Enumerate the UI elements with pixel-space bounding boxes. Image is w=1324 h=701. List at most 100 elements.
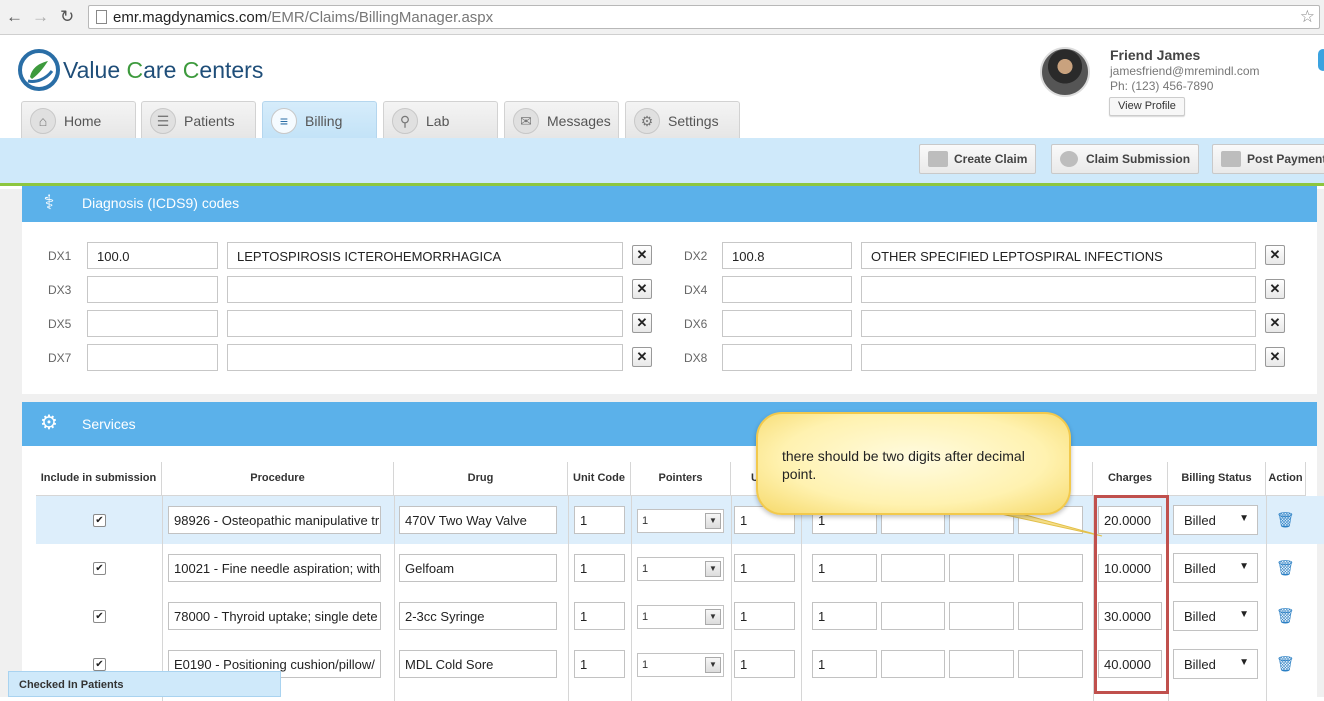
- dx-description-field[interactable]: OTHER SPECIFIED LEPTOSPIRAL INFECTIONS: [861, 242, 1256, 269]
- dx-pointer-field[interactable]: [949, 554, 1014, 582]
- dx-label: DX3: [48, 283, 72, 297]
- dx-code-field[interactable]: 100.8: [722, 242, 852, 269]
- dx-code-field[interactable]: [87, 276, 218, 303]
- reload-icon[interactable]: ↻: [60, 7, 74, 27]
- billing-status-select[interactable]: Billed ▼: [1173, 553, 1258, 583]
- address-bar[interactable]: emr.magdynamics.com/EMR/Claims/BillingMa…: [88, 5, 1320, 29]
- forward-arrow-icon[interactable]: →: [32, 7, 49, 27]
- trash-icon[interactable]: 🗑: [1276, 607, 1295, 625]
- tab-label: Home: [64, 113, 102, 129]
- post-payment-button[interactable]: Post Payment: [1212, 144, 1324, 174]
- unit-code-field[interactable]: 1: [574, 650, 625, 678]
- drug-field[interactable]: Gelfoam: [399, 554, 557, 582]
- dx-description-field[interactable]: [861, 344, 1256, 371]
- dx-pointer-field[interactable]: 1: [812, 602, 877, 630]
- column-header-procedure: Procedure: [162, 462, 394, 496]
- dx-pointer-field[interactable]: 1: [812, 554, 877, 582]
- claim-submission-button[interactable]: Claim Submission: [1051, 144, 1200, 174]
- back-arrow-icon[interactable]: ←: [6, 7, 23, 27]
- dx-description-field[interactable]: [861, 310, 1256, 337]
- pointer-select[interactable]: 1 ▼: [637, 509, 724, 533]
- unit-code-field[interactable]: 1: [574, 554, 625, 582]
- services-header: ⚙ Services: [22, 402, 1317, 446]
- tab-patients[interactable]: ☰ Patients: [141, 101, 256, 138]
- dx-code-field[interactable]: [722, 344, 852, 371]
- user-email: jamesfriend@mremindl.com: [1110, 64, 1260, 78]
- claim-form-icon: [928, 151, 948, 167]
- include-checkbox[interactable]: ✔: [93, 562, 106, 575]
- pointer-value: 1: [642, 659, 649, 671]
- column-header-billing-status: Billing Status: [1168, 462, 1266, 496]
- user-phone: Ph: (123) 456-7890: [1110, 79, 1214, 93]
- dx-description-field[interactable]: [227, 344, 623, 371]
- tab-billing[interactable]: ≡ Billing: [262, 101, 377, 138]
- remove-dx-button[interactable]: ✕: [1265, 313, 1285, 333]
- trash-icon[interactable]: 🗑: [1276, 559, 1295, 577]
- dx-pointer-field[interactable]: [949, 602, 1014, 630]
- remove-dx-button[interactable]: ✕: [632, 245, 652, 265]
- include-checkbox[interactable]: ✔: [93, 658, 106, 671]
- pointer-select[interactable]: 1 ▼: [637, 557, 724, 581]
- trash-icon[interactable]: 🗑: [1276, 655, 1295, 673]
- remove-dx-button[interactable]: ✕: [632, 313, 652, 333]
- chevron-down-icon: ▼: [1239, 513, 1249, 524]
- drug-field[interactable]: 2-3cc Syringe: [399, 602, 557, 630]
- view-profile-button[interactable]: View Profile: [1109, 97, 1185, 116]
- pointer-select[interactable]: 1 ▼: [637, 605, 724, 629]
- checked-in-patients-bar[interactable]: Checked In Patients: [8, 671, 281, 697]
- dx-pointer-field[interactable]: [881, 650, 945, 678]
- dx-pointer-field[interactable]: [949, 650, 1014, 678]
- remove-dx-button[interactable]: ✕: [1265, 245, 1285, 265]
- browser-toolbar: ← → ↻ emr.magdynamics.com/EMR/Claims/Bil…: [0, 0, 1324, 35]
- remove-dx-button[interactable]: ✕: [632, 279, 652, 299]
- remove-dx-button[interactable]: ✕: [632, 347, 652, 367]
- dx-pointer-field[interactable]: [1018, 650, 1083, 678]
- drug-field[interactable]: MDL Cold Sore: [399, 650, 557, 678]
- units-field[interactable]: 1: [734, 554, 795, 582]
- dx-label: DX6: [684, 317, 708, 331]
- dx-code-field[interactable]: [722, 276, 852, 303]
- tab-messages[interactable]: ✉ Messages: [504, 101, 619, 138]
- dx-description-field[interactable]: [861, 276, 1256, 303]
- pointer-select[interactable]: 1 ▼: [637, 653, 724, 677]
- trash-icon[interactable]: 🗑: [1276, 511, 1295, 529]
- billing-status-select[interactable]: Billed ▼: [1173, 505, 1258, 535]
- procedure-field[interactable]: 98926 - Osteopathic manipulative tr: [168, 506, 381, 534]
- dx-pointer-field[interactable]: [1018, 554, 1083, 582]
- dx-code-field[interactable]: 100.0: [87, 242, 218, 269]
- remove-dx-button[interactable]: ✕: [1265, 347, 1285, 367]
- unit-code-field[interactable]: 1: [574, 506, 625, 534]
- dx-pointer-field[interactable]: [1018, 602, 1083, 630]
- billing-status-select[interactable]: Billed ▼: [1173, 601, 1258, 631]
- procedure-field[interactable]: 10021 - Fine needle aspiration; with: [168, 554, 381, 582]
- column-header-unit-code: Unit Code: [568, 462, 631, 496]
- drug-field[interactable]: 470V Two Way Valve: [399, 506, 557, 534]
- page-icon: [96, 10, 107, 24]
- tab-lab[interactable]: ⚲ Lab: [383, 101, 498, 138]
- dx-description-field[interactable]: LEPTOSPIROSIS ICTEROHEMORRHAGICA: [227, 242, 623, 269]
- bookmark-star-icon[interactable]: ☆: [1300, 7, 1315, 27]
- tab-settings[interactable]: ⚙ Settings: [625, 101, 740, 138]
- dx-description-field[interactable]: [227, 310, 623, 337]
- tab-label: Lab: [426, 113, 450, 129]
- units-field[interactable]: 1: [734, 602, 795, 630]
- procedure-field[interactable]: 78000 - Thyroid uptake; single dete: [168, 602, 381, 630]
- dx-code-field[interactable]: [87, 310, 218, 337]
- unit-code-field[interactable]: 1: [574, 602, 625, 630]
- billing-status-select[interactable]: Billed ▼: [1173, 649, 1258, 679]
- column-header-drug: Drug: [394, 462, 568, 496]
- dx-pointer-field[interactable]: 1: [812, 650, 877, 678]
- dx-pointer-field[interactable]: [881, 554, 945, 582]
- units-field[interactable]: 1: [734, 650, 795, 678]
- include-checkbox[interactable]: ✔: [93, 610, 106, 623]
- gear-icon: ⚙: [634, 108, 660, 134]
- dx-code-field[interactable]: [722, 310, 852, 337]
- dx-pointer-field[interactable]: [881, 602, 945, 630]
- dx-description-field[interactable]: [227, 276, 623, 303]
- create-claim-button[interactable]: Create Claim: [919, 144, 1037, 174]
- charges-highlight-box: [1094, 495, 1169, 694]
- dx-code-field[interactable]: [87, 344, 218, 371]
- include-checkbox[interactable]: ✔: [93, 514, 106, 527]
- remove-dx-button[interactable]: ✕: [1265, 279, 1285, 299]
- tab-home[interactable]: ⌂ Home: [21, 101, 136, 138]
